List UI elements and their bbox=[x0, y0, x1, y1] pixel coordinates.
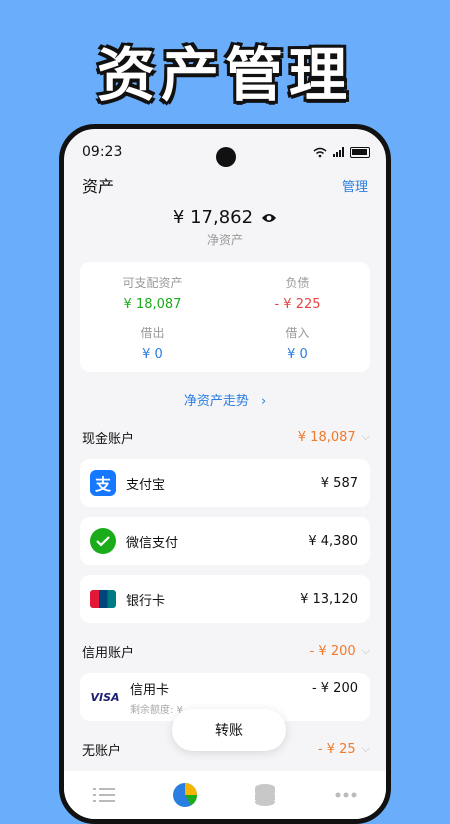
tab-more[interactable] bbox=[326, 775, 366, 815]
asset-summary-card: 可支配资产 ¥ 18,087 负债 - ¥ 225 借出 ¥ 0 借入 ¥ 0 bbox=[80, 262, 370, 372]
summary-liabilities[interactable]: 负债 - ¥ 225 bbox=[225, 274, 370, 312]
chevron-down-icon: ⌵ bbox=[361, 742, 370, 755]
manage-button[interactable]: 管理 bbox=[342, 176, 368, 195]
chevron-right-icon: › bbox=[260, 394, 267, 409]
account-alipay[interactable]: 支 支付宝 ¥ 587 bbox=[80, 459, 370, 507]
wifi-icon bbox=[313, 147, 327, 157]
summary-borrowed[interactable]: 借入 ¥ 0 bbox=[225, 324, 370, 362]
coins-icon bbox=[255, 784, 276, 806]
wechat-pay-icon bbox=[90, 528, 116, 554]
tab-assets[interactable] bbox=[165, 775, 205, 815]
banner-title: 资产管理 bbox=[96, 41, 353, 109]
eye-icon[interactable] bbox=[261, 212, 277, 224]
battery-icon bbox=[350, 146, 370, 158]
net-assets-label: 净资产 bbox=[206, 233, 243, 247]
tab-coins[interactable] bbox=[245, 775, 285, 815]
alipay-icon: 支 bbox=[90, 470, 116, 496]
list-icon bbox=[93, 788, 116, 802]
summary-disposable[interactable]: 可支配资产 ¥ 18,087 bbox=[80, 274, 225, 312]
phone-frame: 09:23 资产 管理 ¥ 17,862 净资产 可支配资产 ¥ 18,087 … bbox=[59, 124, 391, 824]
account-bank[interactable]: 银行卡 ¥ 13,120 bbox=[80, 575, 370, 623]
net-assets-value: ¥ 17,862 bbox=[172, 207, 254, 228]
page-title: 资产 bbox=[82, 177, 115, 196]
camera-notch bbox=[216, 147, 236, 167]
signal-icon bbox=[333, 147, 344, 157]
chevron-down-icon: ⌵ bbox=[361, 430, 370, 443]
net-assets: ¥ 17,862 净资产 bbox=[64, 207, 386, 248]
transfer-button[interactable]: 转账 bbox=[172, 709, 286, 751]
status-time: 09:23 bbox=[82, 144, 123, 160]
summary-lent[interactable]: 借出 ¥ 0 bbox=[80, 324, 225, 362]
net-assets-trend-link[interactable]: 净资产走势 › bbox=[64, 390, 386, 409]
section-credit[interactable]: 信用账户 - ¥ 200 ⌵ bbox=[64, 639, 386, 663]
more-icon bbox=[335, 792, 357, 798]
top-bar: 资产 管理 bbox=[64, 169, 386, 201]
visa-icon: VISA bbox=[90, 690, 120, 704]
pie-chart-icon bbox=[172, 783, 197, 807]
unionpay-icon bbox=[90, 590, 116, 608]
chevron-down-icon: ⌵ bbox=[361, 644, 370, 657]
bottom-tab-bar bbox=[64, 771, 386, 819]
account-wechat[interactable]: 微信支付 ¥ 4,380 bbox=[80, 517, 370, 565]
tab-list[interactable] bbox=[84, 775, 124, 815]
section-cash[interactable]: 现金账户 ¥ 18,087 ⌵ bbox=[64, 425, 386, 449]
